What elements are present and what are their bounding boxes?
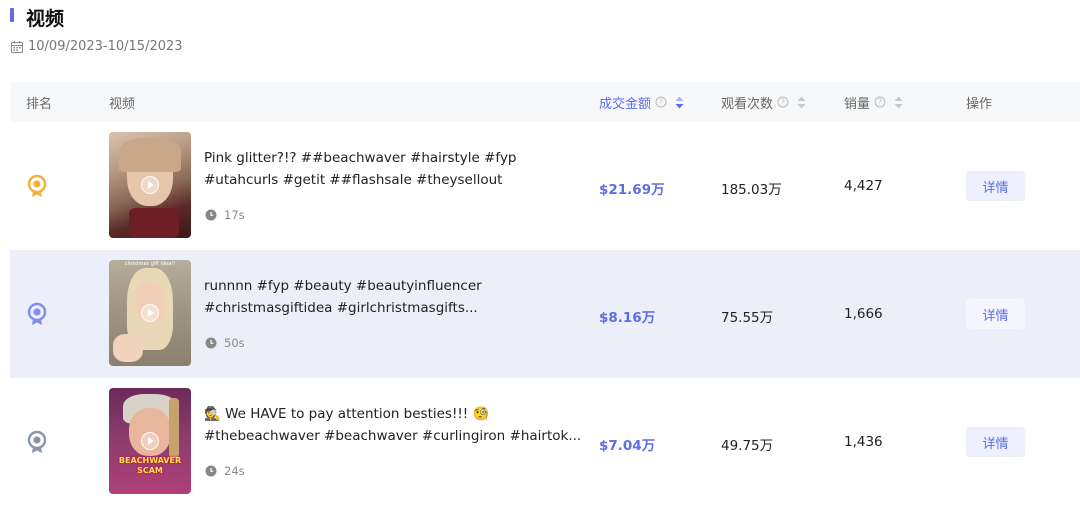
column-header-sales[interactable]: 销量 ?	[844, 82, 903, 122]
video-title[interactable]: 🕵 We HAVE to pay attention besties!!! 🧐 …	[204, 403, 584, 447]
video-thumbnail[interactable]	[109, 132, 191, 238]
sort-icon[interactable]	[894, 96, 903, 109]
svg-text:?: ?	[659, 98, 663, 107]
date-range[interactable]: 10/09/2023-10/15/2023	[10, 39, 183, 54]
bronze-medal-icon	[27, 430, 47, 453]
date-range-text: 10/09/2023-10/15/2023	[28, 39, 183, 54]
views-value: 185.03万	[721, 182, 782, 198]
column-header-amount[interactable]: 成交金额 ?	[599, 82, 684, 122]
clock-icon	[205, 337, 217, 349]
help-icon[interactable]: ?	[874, 96, 886, 108]
video-title[interactable]: Pink glitter?!? ##beachwaver #hairstyle …	[204, 147, 584, 191]
sales-value: 4,427	[844, 178, 883, 194]
clock-icon	[205, 465, 217, 477]
silver-medal-icon	[27, 302, 47, 325]
detail-button[interactable]: 详情	[966, 171, 1025, 201]
video-duration: 24s	[205, 464, 245, 478]
video-title[interactable]: runnnn #fyp #beauty #beautyinfluencer #c…	[204, 275, 584, 319]
views-value: 75.55万	[721, 310, 774, 326]
clock-icon	[205, 209, 217, 221]
table-row: christmas gift idea!! runnnn #fyp #beaut…	[10, 250, 1080, 378]
video-duration: 50s	[205, 336, 245, 350]
column-header-rank: 排名	[26, 96, 53, 112]
sort-icon[interactable]	[797, 96, 806, 109]
column-header-views[interactable]: 观看次数 ?	[721, 82, 806, 122]
detail-button[interactable]: 详情	[966, 427, 1025, 457]
amount-value: $8.16万	[599, 310, 656, 326]
video-duration: 17s	[205, 208, 245, 222]
table-header: 排名 视频 成交金额 ? 观看次数 ? 销量 ? 操作	[10, 82, 1080, 122]
play-icon[interactable]	[141, 304, 159, 322]
section-title-accent	[10, 8, 14, 22]
thumbnail-caption: BEACHWAVER SCAM	[118, 456, 182, 475]
play-icon[interactable]	[141, 176, 159, 194]
column-header-video: 视频	[109, 96, 136, 112]
column-header-action: 操作	[966, 96, 993, 112]
play-icon[interactable]	[141, 432, 159, 450]
calendar-icon	[11, 40, 23, 53]
sales-value: 1,666	[844, 306, 883, 322]
table-row: BEACHWAVER SCAM 🕵 We HAVE to pay attenti…	[10, 378, 1080, 506]
sales-value: 1,436	[844, 434, 883, 450]
help-icon[interactable]: ?	[777, 96, 789, 108]
table-row: Pink glitter?!? ##beachwaver #hairstyle …	[10, 122, 1080, 250]
help-icon[interactable]: ?	[655, 96, 667, 108]
views-value: 49.75万	[721, 438, 774, 454]
page-title: 视频	[26, 8, 65, 30]
video-thumbnail[interactable]: christmas gift idea!!	[109, 260, 191, 366]
sort-descending-icon[interactable]	[675, 96, 684, 109]
amount-value: $7.04万	[599, 438, 656, 454]
thumbnail-caption: christmas gift idea!!	[124, 261, 176, 267]
svg-text:?: ?	[781, 98, 785, 107]
video-thumbnail[interactable]: BEACHWAVER SCAM	[109, 388, 191, 494]
svg-text:?: ?	[878, 98, 882, 107]
detail-button[interactable]: 详情	[966, 299, 1025, 329]
amount-value: $21.69万	[599, 182, 665, 198]
gold-medal-icon	[27, 174, 47, 197]
